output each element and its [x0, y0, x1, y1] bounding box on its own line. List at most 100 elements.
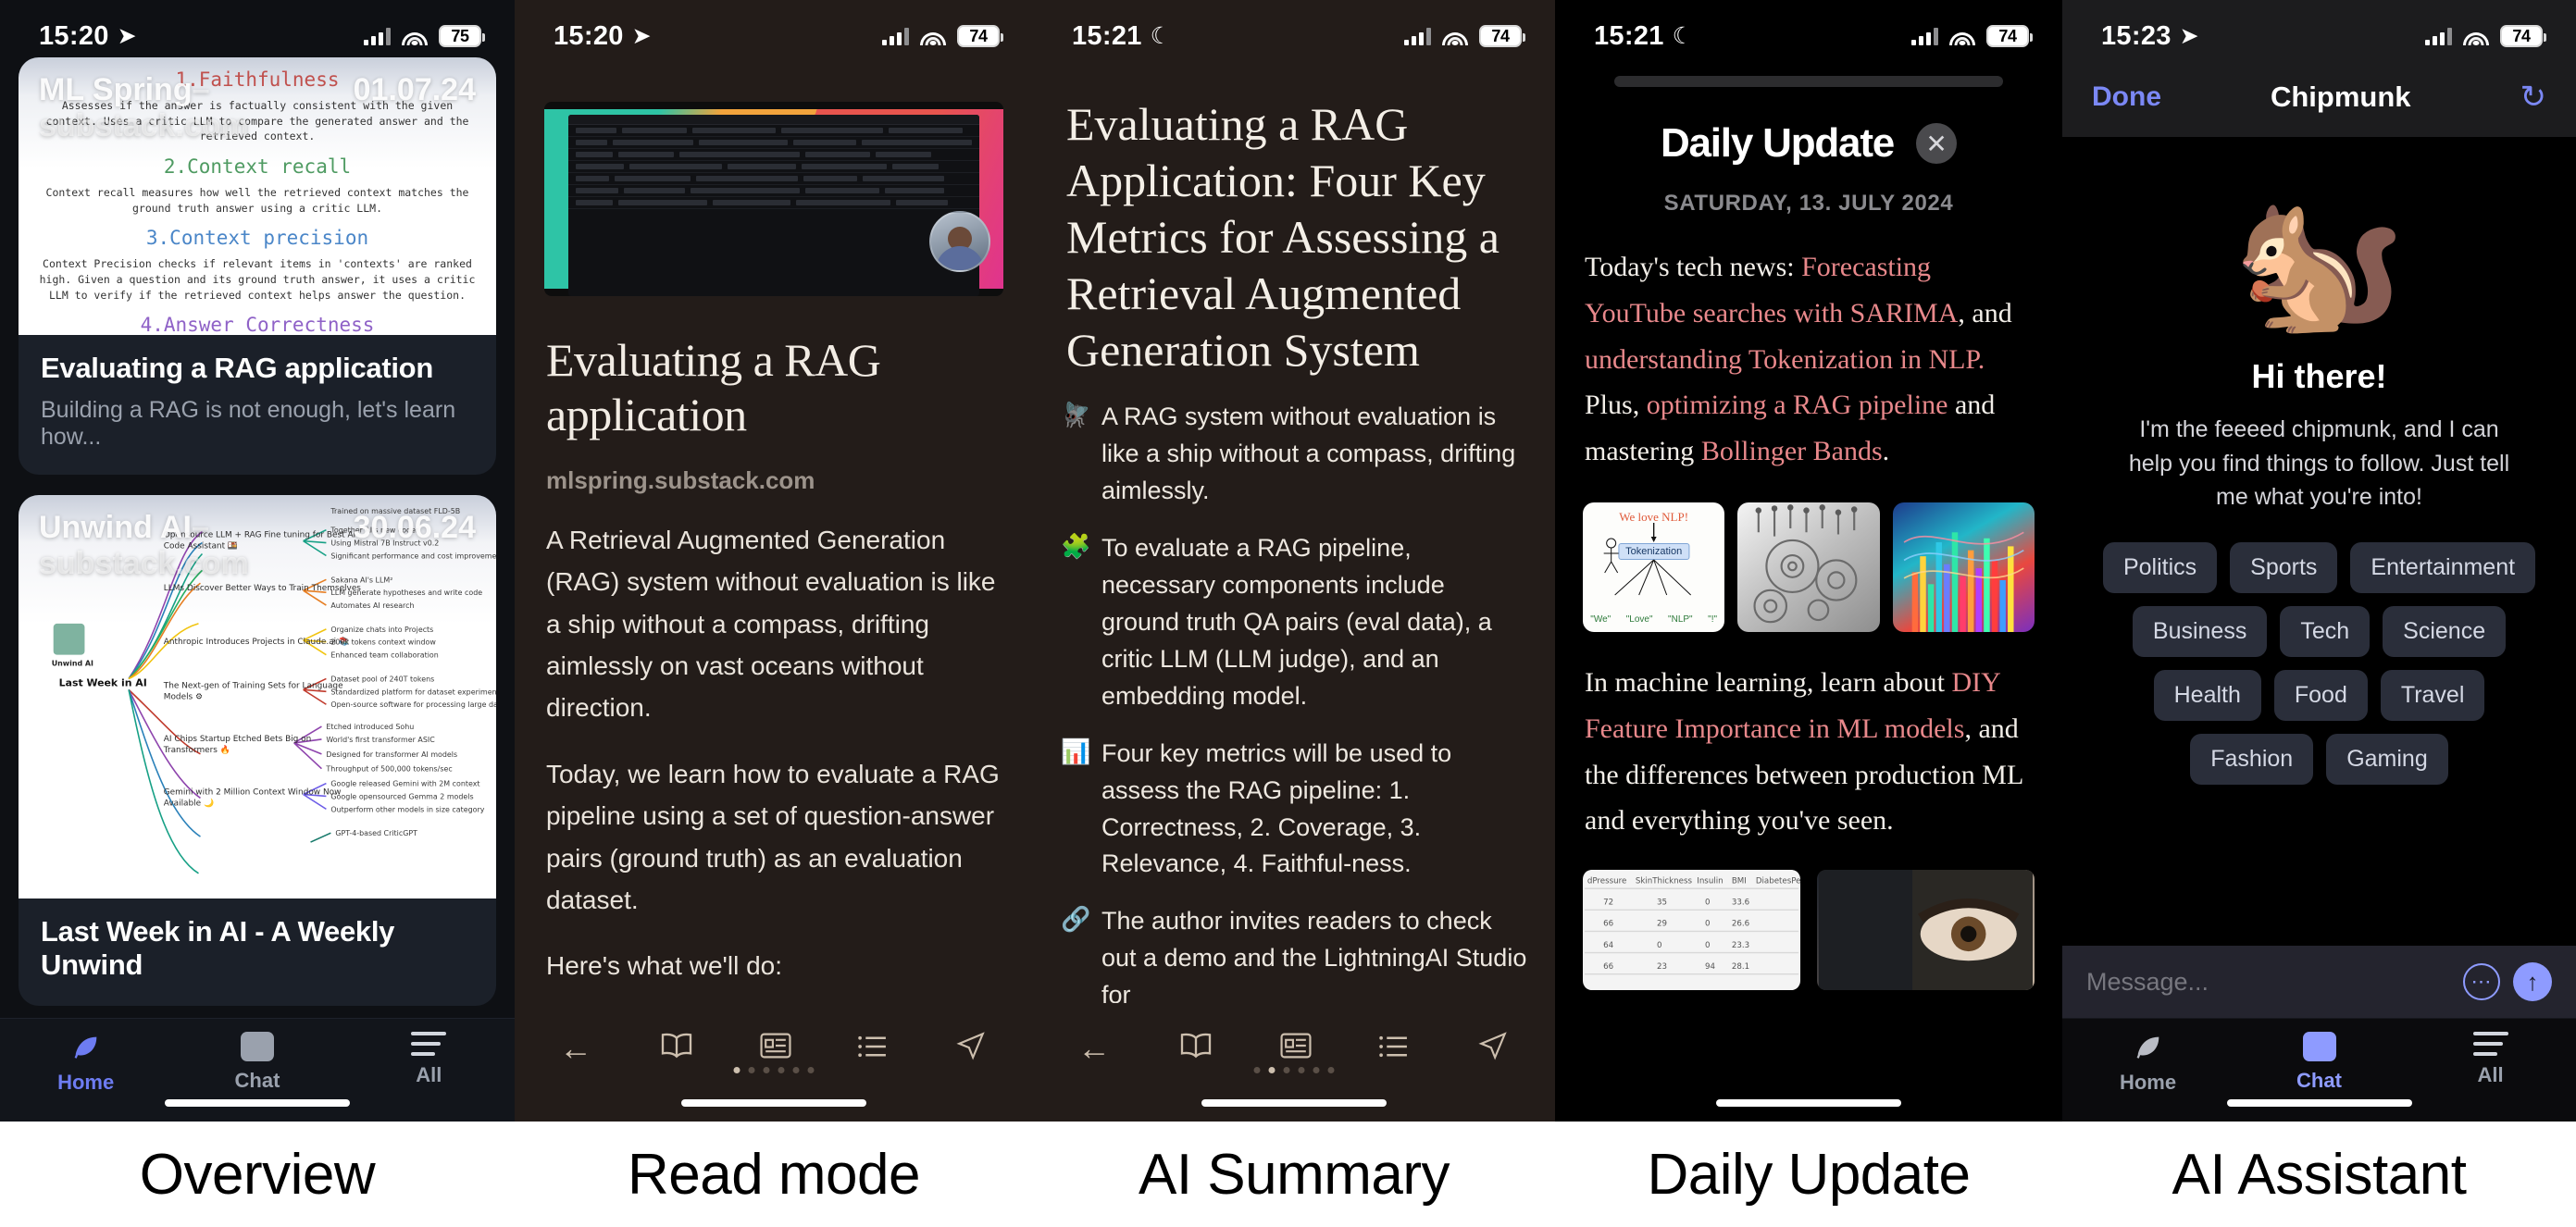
- back-arrow-icon[interactable]: ←: [1077, 1032, 1111, 1065]
- svg-text:64: 64: [1603, 941, 1614, 950]
- diagram-labels: "We" "Love" "NLP" "!": [1583, 614, 1724, 625]
- svg-text:0: 0: [1705, 920, 1711, 929]
- tab-home[interactable]: Home: [0, 1032, 171, 1095]
- svg-text:SkinThickness: SkinThickness: [1636, 877, 1693, 886]
- article-hero-image: [544, 102, 1003, 296]
- link-segment[interactable]: understanding Tokenization in NLP.: [1585, 344, 1985, 375]
- svg-text:66: 66: [1603, 962, 1613, 972]
- article-paragraph: Here's what we'll do:: [546, 951, 783, 981]
- send-icon[interactable]: ↑: [2513, 962, 2552, 1001]
- svg-text:Unwind AI: Unwind AI: [52, 660, 93, 668]
- topic-chip-food[interactable]: Food: [2273, 669, 2368, 721]
- svg-text:DiabetesPedigr: DiabetesPedigr: [1756, 877, 1800, 886]
- caption-read-mode: Read mode: [627, 1142, 921, 1207]
- home-indicator: [681, 1099, 866, 1107]
- topic-chip-entertainment[interactable]: Entertainment: [2350, 541, 2536, 593]
- topic-chip-tech[interactable]: Tech: [2280, 605, 2371, 657]
- token-label: "!": [1708, 614, 1718, 625]
- status-right: 74: [882, 25, 1003, 47]
- colorful-bar-chart[interactable]: [1892, 502, 2035, 632]
- cellular-signal-icon: [882, 27, 909, 45]
- list-icon[interactable]: [1378, 1032, 1410, 1065]
- topic-chip-health[interactable]: Health: [2153, 669, 2261, 721]
- status-left: 15:20 ➤: [39, 21, 137, 52]
- status-time: 15:23: [2101, 20, 2172, 51]
- topic-chip-business[interactable]: Business: [2132, 605, 2268, 657]
- svg-text:Using Mistral 7B Instruct v0.2: Using Mistral 7B Instruct v0.2: [330, 539, 439, 548]
- battery-icon: 74: [957, 25, 1003, 47]
- card-text: Last Week in AI - A Weekly Unwind: [19, 899, 496, 1006]
- feed-card[interactable]: ML Spring– substack.com 01.07.24 1.Faith…: [19, 57, 496, 475]
- summary-card-icon[interactable]: [1280, 1032, 1312, 1065]
- wifi-icon: [920, 27, 946, 45]
- close-icon[interactable]: ✕: [1916, 123, 1958, 164]
- topic-chip-politics[interactable]: Politics: [2102, 541, 2218, 593]
- hero-app-row: [568, 137, 979, 149]
- book-icon[interactable]: [658, 1032, 695, 1065]
- send-icon[interactable]: [953, 1030, 989, 1067]
- table-svg: dPressure SkinThickness Insulin BMI Diabetes…: [1584, 870, 1800, 991]
- ai-eye-thumb[interactable]: [1817, 870, 2035, 991]
- metric-body-1: Assesses if the answer is factually cons…: [45, 99, 469, 143]
- location-arrow-icon: ➤: [631, 22, 652, 49]
- assistant-navbar: Done Chipmunk ↻: [2062, 57, 2576, 137]
- summary-card-icon[interactable]: [760, 1032, 791, 1065]
- svg-text:Last Week in AI: Last Week in AI: [59, 676, 147, 688]
- bullet-text: Four key metrics will be used to assess …: [1101, 738, 1452, 878]
- metric-heading-3: 3.Context precision: [145, 227, 369, 250]
- done-button[interactable]: Done: [2092, 81, 2161, 113]
- cellular-signal-icon: [2425, 27, 2452, 45]
- cellular-signal-icon: [1911, 27, 1938, 45]
- list-icon[interactable]: [857, 1032, 889, 1065]
- tab-home[interactable]: Home: [2062, 1032, 2234, 1095]
- phone-panel-overview: 15:20 ➤ 75 ML Spring– substack.com 01.07…: [0, 0, 515, 1122]
- svg-text:23.3: 23.3: [1732, 941, 1749, 950]
- hero-app-row: [568, 149, 979, 161]
- battery-level: 74: [1998, 26, 2017, 45]
- tab-label: Home: [57, 1071, 115, 1094]
- link-segment[interactable]: Bollinger Bands: [1701, 436, 1883, 466]
- summary-title: Evaluating a RAG Application: Four Key M…: [1066, 98, 1500, 376]
- summary-bullet: 🪰 A RAG system without evaluation is lik…: [1061, 399, 1527, 510]
- book-icon[interactable]: [1177, 1032, 1214, 1065]
- leaf-icon: [68, 1032, 104, 1063]
- sheet-grabber[interactable]: [1614, 76, 2003, 87]
- chat-bubble-icon: [2302, 1032, 2336, 1061]
- svg-text:Outperform other models in siz: Outperform other models in size category: [330, 805, 484, 813]
- send-icon[interactable]: [1475, 1030, 1511, 1067]
- cellular-signal-icon: [1404, 27, 1431, 45]
- topic-chip-fashion[interactable]: Fashion: [2190, 733, 2314, 785]
- svg-text:Designed for transformer AI mo: Designed for transformer AI models: [326, 750, 457, 759]
- refresh-icon[interactable]: ↻: [2520, 79, 2547, 116]
- svg-text:Code Assistant 🍱: Code Assistant 🍱: [164, 541, 238, 552]
- topic-chip-gaming[interactable]: Gaming: [2326, 733, 2448, 785]
- tab-chat[interactable]: Chat: [171, 1032, 342, 1093]
- topic-chip-list: Politics Sports Entertainment Business T…: [2062, 514, 2576, 785]
- bullet-text: To evaluate a RAG pipeline, necessary co…: [1101, 533, 1492, 710]
- card-title: Evaluating a RAG application: [41, 352, 433, 384]
- status-bar: 15:23 ➤ 74: [2062, 0, 2576, 57]
- bullet-emoji: 📊: [1061, 737, 1091, 765]
- token-label: "NLP": [1668, 614, 1693, 625]
- tab-chat[interactable]: Chat: [2234, 1032, 2405, 1093]
- topic-chip-sports[interactable]: Sports: [2230, 541, 2338, 593]
- article-title: Evaluating a RAG application: [546, 334, 881, 440]
- presenter-avatar: [929, 211, 990, 272]
- tab-all[interactable]: All: [343, 1032, 515, 1087]
- svg-text:28.1: 28.1: [1732, 962, 1749, 972]
- tab-all[interactable]: All: [2405, 1032, 2576, 1087]
- topic-chip-science[interactable]: Science: [2383, 605, 2507, 657]
- hero-app-row: [568, 161, 979, 173]
- feed-card[interactable]: Unwind AI– substack.com 30.06.24 Opensou…: [19, 495, 496, 1006]
- diabetes-table-thumb[interactable]: dPressure SkinThickness Insulin BMI Diabetes…: [1583, 870, 1800, 991]
- link-segment[interactable]: optimizing a RAG pipeline: [1647, 390, 1948, 420]
- message-input[interactable]: Message...: [2086, 968, 2463, 997]
- more-options-icon[interactable]: ⋯: [2463, 963, 2500, 1000]
- svg-text:23: 23: [1657, 962, 1667, 972]
- gears-illustration[interactable]: [1737, 502, 1880, 632]
- chipmunk-icon: 🐿️: [2233, 184, 2406, 340]
- tokenization-diagram[interactable]: We love NLP! Tokenization "We" "Love" "N…: [1583, 502, 1725, 632]
- svg-text:Standardized platform for data: Standardized platform for dataset experi…: [330, 688, 496, 696]
- back-arrow-icon[interactable]: ←: [559, 1032, 592, 1065]
- topic-chip-travel[interactable]: Travel: [2380, 669, 2485, 721]
